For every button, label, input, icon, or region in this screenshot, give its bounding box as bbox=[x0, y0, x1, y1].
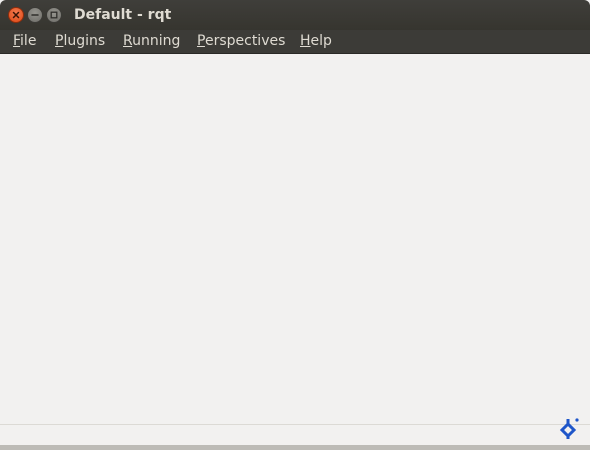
maximize-button[interactable] bbox=[46, 7, 62, 23]
menu-running-label: unning bbox=[132, 33, 181, 49]
menu-running[interactable]: Running bbox=[123, 33, 180, 49]
menu-file-mnemonic: F bbox=[13, 33, 21, 49]
menu-plugins-label: lugins bbox=[63, 33, 106, 49]
size-grip-icon bbox=[559, 418, 579, 439]
maximize-icon bbox=[50, 11, 58, 19]
close-button[interactable] bbox=[8, 7, 24, 23]
minimize-icon bbox=[31, 14, 39, 16]
menu-file[interactable]: File bbox=[13, 33, 36, 49]
window-title: Default - rqt bbox=[74, 7, 172, 23]
status-bar bbox=[0, 424, 590, 446]
rqt-window: Default - rqt File Plugins Running Persp… bbox=[0, 0, 590, 450]
menu-help-label: elp bbox=[310, 33, 332, 49]
menu-help-mnemonic: H bbox=[300, 33, 311, 49]
menu-file-label: ile bbox=[20, 33, 37, 49]
menu-perspectives-mnemonic: P bbox=[197, 33, 205, 49]
menu-perspectives-label: erspectives bbox=[204, 33, 286, 49]
minimize-button[interactable] bbox=[27, 7, 43, 23]
menu-running-mnemonic: R bbox=[123, 33, 133, 49]
menu-help[interactable]: Help bbox=[300, 33, 332, 49]
window-bottom-border bbox=[0, 445, 590, 450]
title-bar[interactable]: Default - rqt bbox=[0, 0, 590, 30]
menu-perspectives[interactable]: Perspectives bbox=[197, 33, 285, 49]
close-icon bbox=[12, 11, 20, 19]
central-widget-area bbox=[0, 54, 590, 424]
menu-plugins[interactable]: Plugins bbox=[55, 33, 105, 49]
size-grip[interactable] bbox=[559, 416, 581, 440]
menu-bar: File Plugins Running Perspectives Help bbox=[0, 30, 590, 54]
